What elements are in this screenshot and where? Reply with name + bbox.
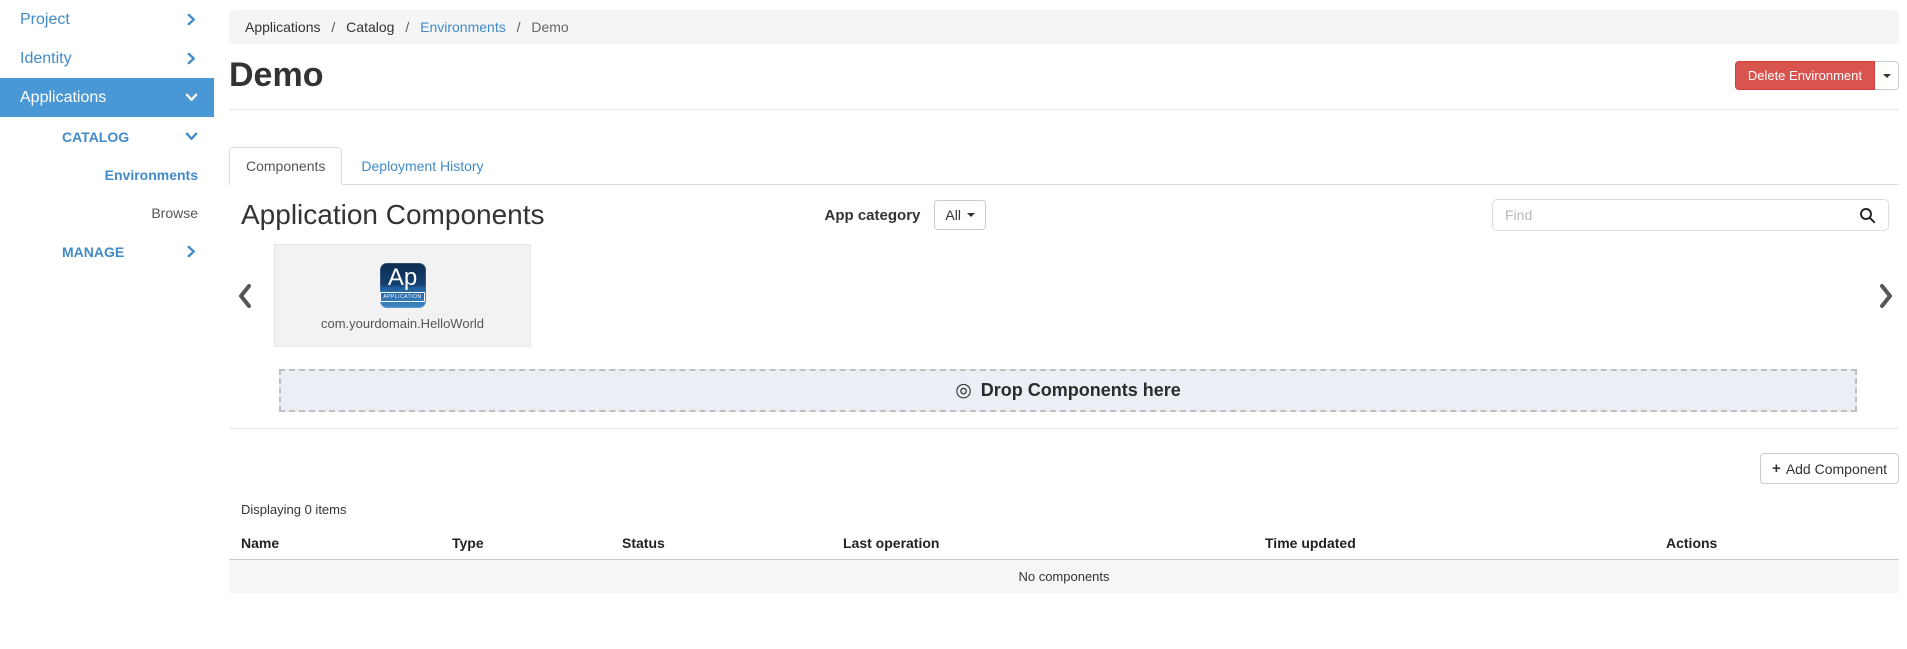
dropzone-label: Drop Components here	[981, 380, 1181, 401]
column-header-status: Status	[610, 527, 831, 560]
sidebar-group-label: CATALOG	[62, 129, 129, 145]
column-header-time-updated: Time updated	[1253, 527, 1654, 560]
caret-down-icon	[967, 213, 975, 217]
app-category-filter: App category All	[825, 200, 986, 230]
carousel-next-button[interactable]	[1878, 283, 1895, 309]
page-title: Demo	[229, 56, 323, 95]
breadcrumb: Applications / Catalog / Environments / …	[229, 10, 1899, 44]
drop-components-zone[interactable]: ◎ Drop Components here	[279, 369, 1857, 412]
add-component-row: + Add Component	[229, 453, 1899, 484]
column-header-name: Name	[229, 527, 440, 560]
tab-components[interactable]: Components	[229, 147, 342, 185]
tab-deployment-history[interactable]: Deployment History	[344, 147, 500, 185]
chevron-right-icon	[186, 13, 197, 26]
chevron-down-icon	[186, 130, 197, 143]
chevron-down-icon	[186, 91, 197, 104]
app-category-value: All	[945, 207, 961, 223]
sidebar-item-label: Applications	[20, 89, 106, 107]
target-icon: ◎	[955, 379, 972, 402]
app-category-dropdown[interactable]: All	[934, 200, 986, 230]
chevron-right-icon	[1878, 297, 1895, 312]
empty-table-message: No components	[229, 560, 1899, 594]
components-toolbar: Application Components App category All	[229, 199, 1899, 231]
add-component-button[interactable]: + Add Component	[1760, 453, 1899, 484]
sidebar-group-manage[interactable]: MANAGE	[0, 232, 214, 271]
breadcrumb-separator: /	[331, 19, 335, 35]
section-title: Application Components	[241, 199, 545, 231]
application-icon: Ap APPLICATION	[380, 263, 426, 308]
main-content: Applications / Catalog / Environments / …	[214, 0, 1907, 649]
chevron-right-icon	[186, 245, 197, 258]
add-component-label: Add Component	[1786, 461, 1887, 477]
sidebar-group-catalog[interactable]: CATALOG	[0, 117, 214, 156]
application-icon-text: Ap	[388, 265, 417, 291]
sidebar-group-label: MANAGE	[62, 244, 124, 260]
find-field	[1492, 199, 1889, 231]
caret-down-icon	[1883, 74, 1891, 78]
column-header-actions: Actions	[1654, 527, 1899, 560]
page-header: Demo Delete Environment	[229, 56, 1899, 110]
sidebar-item-applications[interactable]: Applications	[0, 78, 214, 117]
sidebar-item-project[interactable]: Project	[0, 0, 214, 39]
search-icon	[1859, 212, 1876, 227]
sidebar: Project Identity Applications CATALOG En…	[0, 0, 214, 271]
sidebar-item-label: Identity	[20, 50, 72, 68]
table-empty-row: No components	[229, 560, 1899, 594]
table-header-row: Name Type Status Last operation Time upd…	[229, 527, 1899, 560]
breadcrumb-item-environments[interactable]: Environments	[420, 19, 506, 35]
breadcrumb-separator: /	[405, 19, 409, 35]
find-input[interactable]	[1493, 207, 1855, 223]
section-divider	[229, 428, 1899, 429]
breadcrumb-item-applications[interactable]: Applications	[245, 19, 321, 35]
search-button[interactable]	[1855, 207, 1888, 224]
app-category-label: App category	[825, 207, 921, 224]
sidebar-item-identity[interactable]: Identity	[0, 39, 214, 78]
sidebar-item-browse[interactable]: Browse	[0, 194, 214, 232]
column-header-last-operation: Last operation	[831, 527, 1253, 560]
app-card-title: com.yourdomain.HelloWorld	[321, 316, 484, 331]
app-carousel: Ap APPLICATION com.yourdomain.HelloWorld	[229, 244, 1899, 347]
sidebar-item-environments[interactable]: Environments	[0, 156, 214, 194]
table-summary: Displaying 0 items	[241, 502, 1899, 517]
delete-environment-button[interactable]: Delete Environment	[1735, 61, 1875, 90]
components-table: Name Type Status Last operation Time upd…	[229, 527, 1899, 593]
breadcrumb-item-catalog[interactable]: Catalog	[346, 19, 394, 35]
breadcrumb-item-current: Demo	[531, 19, 568, 35]
chevron-right-icon	[186, 52, 197, 65]
chevron-left-icon	[236, 297, 253, 312]
app-card-helloworld[interactable]: Ap APPLICATION com.yourdomain.HelloWorld	[274, 244, 531, 347]
column-header-type: Type	[440, 527, 610, 560]
delete-environment-button-group: Delete Environment	[1735, 61, 1899, 90]
sidebar-item-label: Project	[20, 11, 70, 29]
application-icon-caption: APPLICATION	[380, 292, 424, 302]
delete-environment-dropdown-toggle[interactable]	[1875, 61, 1899, 90]
plus-icon: +	[1772, 460, 1781, 477]
carousel-prev-button[interactable]	[236, 283, 253, 309]
tab-bar: Components Deployment History	[229, 147, 1899, 185]
breadcrumb-separator: /	[517, 19, 521, 35]
